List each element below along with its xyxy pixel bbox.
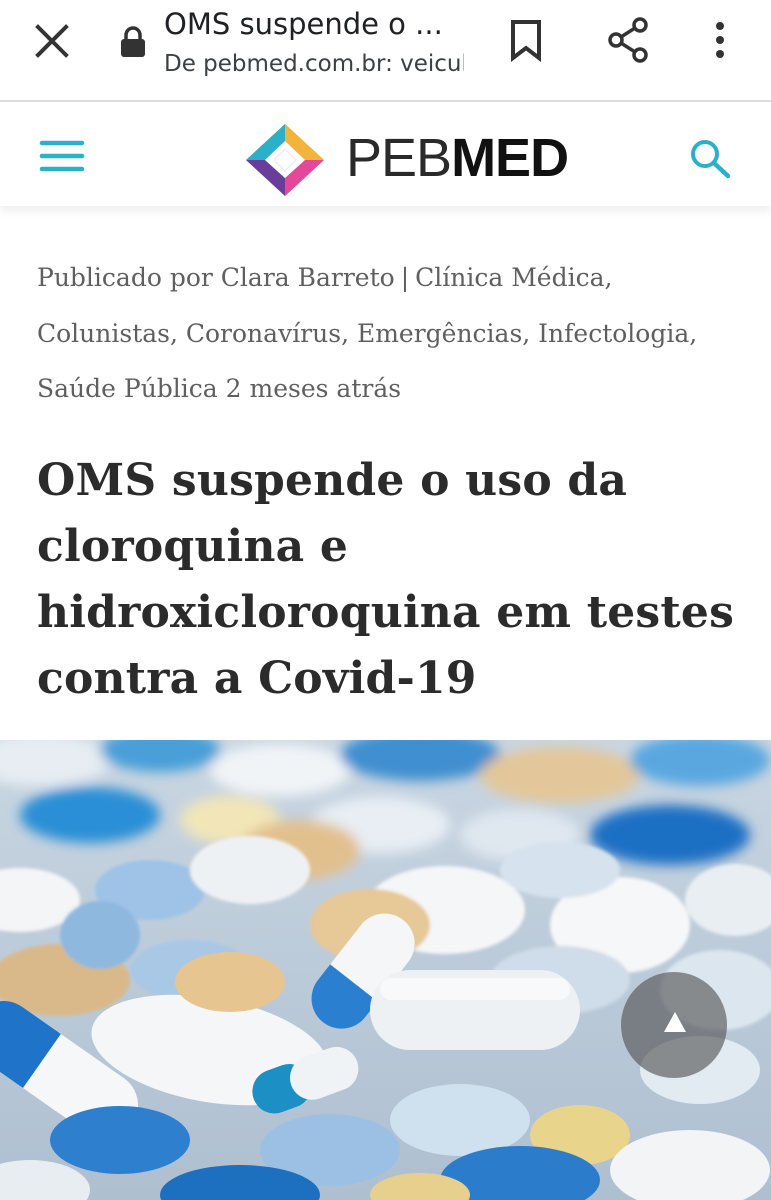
article-headline: OMS suspende o uso da cloroquina e hidro… [37, 455, 735, 704]
meta-prefix: Publicado por [37, 263, 213, 292]
logo-text-light: PEB [346, 128, 452, 188]
search-icon[interactable] [686, 136, 734, 180]
site-header: PEBMED [0, 102, 771, 206]
article-hero-image [0, 740, 771, 1200]
pebmed-logo-icon [246, 124, 324, 196]
share-icon[interactable] [604, 16, 654, 64]
browser-toolbar: OMS suspende o ... De pebmed.com.br: vei… [0, 0, 771, 102]
more-vert-icon[interactable] [700, 18, 740, 62]
arrow-up-icon [664, 1012, 686, 1032]
scroll-to-top-button[interactable] [621, 972, 727, 1078]
author-link[interactable]: Clara Barreto [221, 263, 395, 292]
pebmed-logo[interactable]: PEBMED [244, 120, 569, 200]
tab-title: OMS suspende o ... [164, 7, 443, 41]
lock-icon [118, 26, 148, 58]
meta-separator: | [400, 263, 410, 292]
bookmark-icon[interactable] [506, 18, 546, 63]
menu-icon[interactable] [38, 136, 86, 176]
pebmed-wordmark: PEBMED [346, 126, 569, 190]
close-icon[interactable] [28, 22, 76, 62]
article-meta: Publicado por Clara Barreto | Clínica Médi… [37, 250, 737, 417]
logo-text-bold: MED [451, 128, 569, 188]
page-url[interactable]: De pebmed.com.br: veicul [164, 48, 464, 80]
publish-time: 2 meses atrás [225, 374, 402, 403]
